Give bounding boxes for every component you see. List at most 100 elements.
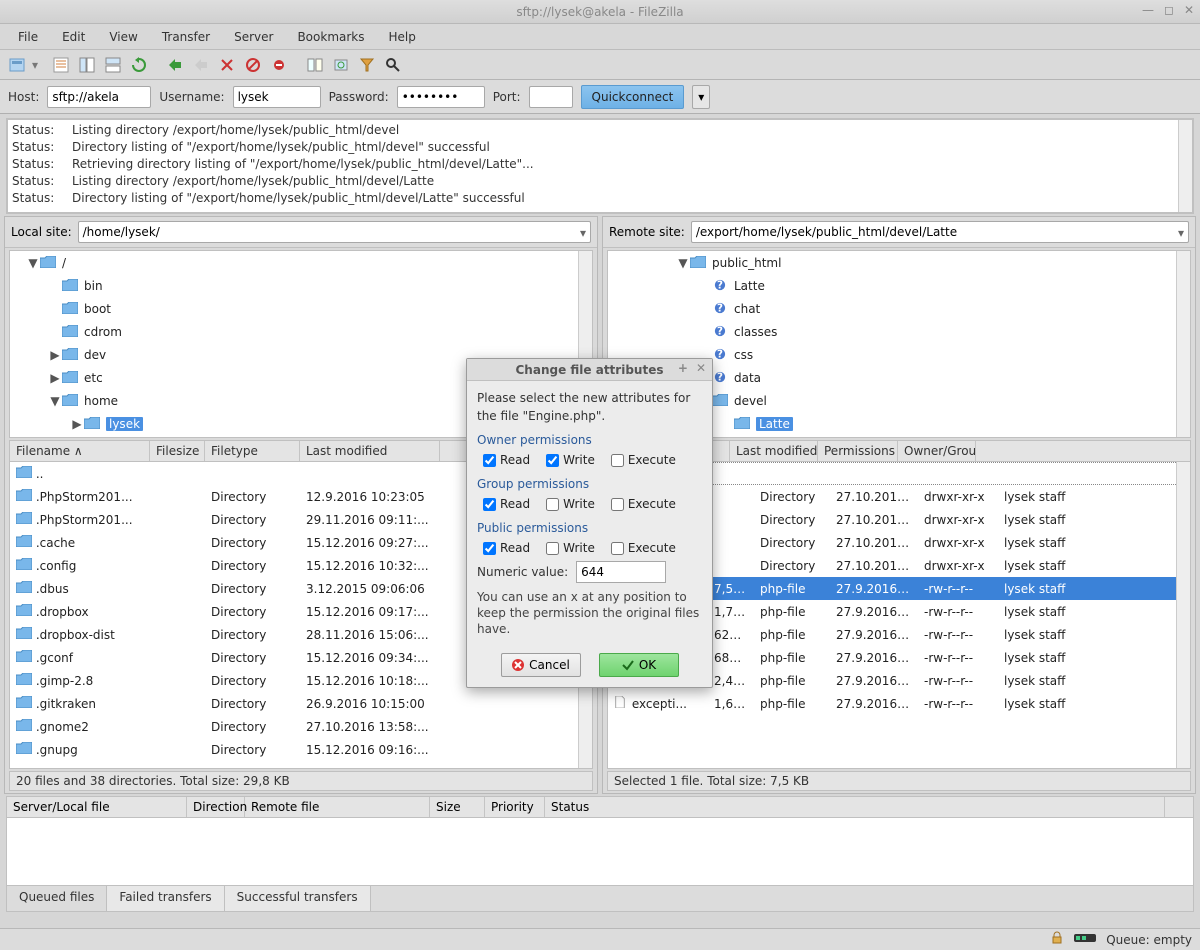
dialog-plus-icon[interactable]: + xyxy=(678,361,688,375)
username-input[interactable] xyxy=(233,86,321,108)
svg-text:?: ? xyxy=(717,325,723,337)
queue-tab[interactable]: Successful transfers xyxy=(225,886,371,911)
compare-icon[interactable] xyxy=(304,53,328,77)
cancel-op-icon[interactable] xyxy=(268,53,292,77)
menu-edit[interactable]: Edit xyxy=(52,27,95,47)
menu-bookmarks[interactable]: Bookmarks xyxy=(287,27,374,47)
column-header[interactable]: Direction xyxy=(187,797,245,817)
column-header[interactable]: Status xyxy=(545,797,1165,817)
local-path-input[interactable]: /home/lysek/▾ xyxy=(78,221,591,243)
cancel-icon[interactable] xyxy=(190,53,214,77)
remote-path-input[interactable]: /export/home/lysek/public_html/devel/Lat… xyxy=(691,221,1189,243)
column-header[interactable]: Priority xyxy=(485,797,545,817)
svg-text:?: ? xyxy=(717,279,723,291)
minimize-icon[interactable]: — xyxy=(1142,3,1154,17)
tree-item[interactable]: ?classes xyxy=(608,320,1190,343)
list-item[interactable]: .gitkrakenDirectory26.9.2016 10:15:00 xyxy=(10,692,592,715)
read-checkbox[interactable]: Read xyxy=(483,495,530,513)
port-input[interactable] xyxy=(529,86,573,108)
quickconnect-button[interactable]: Quickconnect xyxy=(581,85,685,109)
search-icon[interactable] xyxy=(382,53,406,77)
numeric-value-input[interactable] xyxy=(576,561,666,583)
menu-file[interactable]: File xyxy=(8,27,48,47)
host-input[interactable] xyxy=(47,86,151,108)
cancel-button[interactable]: Cancel xyxy=(501,653,581,677)
execute-checkbox[interactable]: Execute xyxy=(611,451,676,469)
menu-server[interactable]: Server xyxy=(224,27,283,47)
list-item[interactable]: .gnome2Directory27.10.2016 13:58:... xyxy=(10,715,592,738)
column-header[interactable]: Size xyxy=(430,797,485,817)
filter-icon[interactable] xyxy=(356,53,380,77)
read-checkbox[interactable]: Read xyxy=(483,539,530,557)
refresh-icon[interactable] xyxy=(128,53,152,77)
column-header[interactable]: Filetype xyxy=(205,441,300,461)
process-queue-icon[interactable] xyxy=(164,53,188,77)
column-header[interactable]: Remote file xyxy=(245,797,430,817)
column-header[interactable]: Filesize xyxy=(150,441,205,461)
close-icon[interactable]: ✕ xyxy=(1184,3,1194,17)
lock-icon xyxy=(1050,931,1064,948)
queue-tabs: Queued filesFailed transfersSuccessful t… xyxy=(6,886,1194,912)
log-scrollbar[interactable] xyxy=(1178,120,1192,212)
password-label: Password: xyxy=(329,90,389,104)
queue-tab[interactable]: Failed transfers xyxy=(107,886,224,911)
read-checkbox[interactable]: Read xyxy=(483,451,530,469)
column-header[interactable]: Last modified xyxy=(300,441,440,461)
window-title: sftp://lysek@akela - FileZilla xyxy=(516,5,683,19)
tree-item[interactable]: boot xyxy=(10,297,592,320)
sitemanager-icon[interactable] xyxy=(6,53,30,77)
dialog-intro: Please select the new attributes for the… xyxy=(477,389,702,425)
host-label: Host: xyxy=(8,90,39,104)
log-pane: Status:Listing directory /export/home/ly… xyxy=(6,118,1194,214)
file-attributes-dialog: Change file attributes + ✕ Please select… xyxy=(466,358,713,688)
quickconnect-dropdown[interactable]: ▾ xyxy=(692,85,710,109)
menu-view[interactable]: View xyxy=(99,27,147,47)
permission-group-label: Owner permissions xyxy=(477,431,702,449)
ok-button[interactable]: OK xyxy=(599,653,679,677)
queue-header[interactable]: Server/Local fileDirectionRemote fileSiz… xyxy=(6,796,1194,818)
password-input[interactable] xyxy=(397,86,485,108)
tree-item[interactable]: ?Latte xyxy=(608,274,1190,297)
write-checkbox[interactable]: Write xyxy=(546,451,595,469)
tree-item[interactable]: ?chat xyxy=(608,297,1190,320)
tree-item[interactable]: ▼/ xyxy=(10,251,592,274)
toggle-log-icon[interactable] xyxy=(50,53,74,77)
permission-group-label: Group permissions xyxy=(477,475,702,493)
column-header[interactable]: Filename ∧ xyxy=(10,441,150,461)
execute-checkbox[interactable]: Execute xyxy=(611,539,676,557)
reconnect-icon[interactable] xyxy=(242,53,266,77)
column-header[interactable]: Server/Local file xyxy=(7,797,187,817)
numeric-label: Numeric value: xyxy=(477,563,568,581)
toggle-tree-icon[interactable] xyxy=(76,53,100,77)
sync-browse-icon[interactable] xyxy=(330,53,354,77)
svg-text:?: ? xyxy=(717,348,723,360)
queue-status: Queue: empty xyxy=(1106,933,1192,947)
remote-site-label: Remote site: xyxy=(609,225,685,239)
menu-transfer[interactable]: Transfer xyxy=(152,27,220,47)
column-header[interactable]: Owner/Group xyxy=(898,441,976,461)
dialog-close-icon[interactable]: ✕ xyxy=(696,361,706,375)
execute-checkbox[interactable]: Execute xyxy=(611,495,676,513)
tree-item[interactable]: cdrom xyxy=(10,320,592,343)
column-header[interactable]: Last modified xyxy=(730,441,818,461)
remote-tree-scrollbar[interactable] xyxy=(1176,251,1190,437)
disconnect-icon[interactable] xyxy=(216,53,240,77)
menu-help[interactable]: Help xyxy=(379,27,426,47)
tree-item[interactable]: bin xyxy=(10,274,592,297)
port-label: Port: xyxy=(493,90,521,104)
permission-group-label: Public permissions xyxy=(477,519,702,537)
column-header[interactable]: Permissions xyxy=(818,441,898,461)
quickconnect-bar: Host: Username: Password: Port: Quickcon… xyxy=(0,80,1200,114)
queue-tab[interactable]: Queued files xyxy=(7,886,107,911)
write-checkbox[interactable]: Write xyxy=(546,495,595,513)
dialog-titlebar[interactable]: Change file attributes + ✕ xyxy=(467,359,712,381)
remote-list-scrollbar[interactable] xyxy=(1176,462,1190,768)
list-item[interactable]: .gnupgDirectory15.12.2016 09:16:... xyxy=(10,738,592,761)
write-checkbox[interactable]: Write xyxy=(546,539,595,557)
username-label: Username: xyxy=(159,90,224,104)
remote-status: Selected 1 file. Total size: 7,5 KB xyxy=(607,771,1191,791)
maximize-icon[interactable]: ◻ xyxy=(1164,3,1174,17)
list-item[interactable]: excepti...1,6 KBphp-file27.9.2016 06:1..… xyxy=(608,692,1190,715)
tree-item[interactable]: ▼public_html xyxy=(608,251,1190,274)
toggle-queue-icon[interactable] xyxy=(102,53,126,77)
